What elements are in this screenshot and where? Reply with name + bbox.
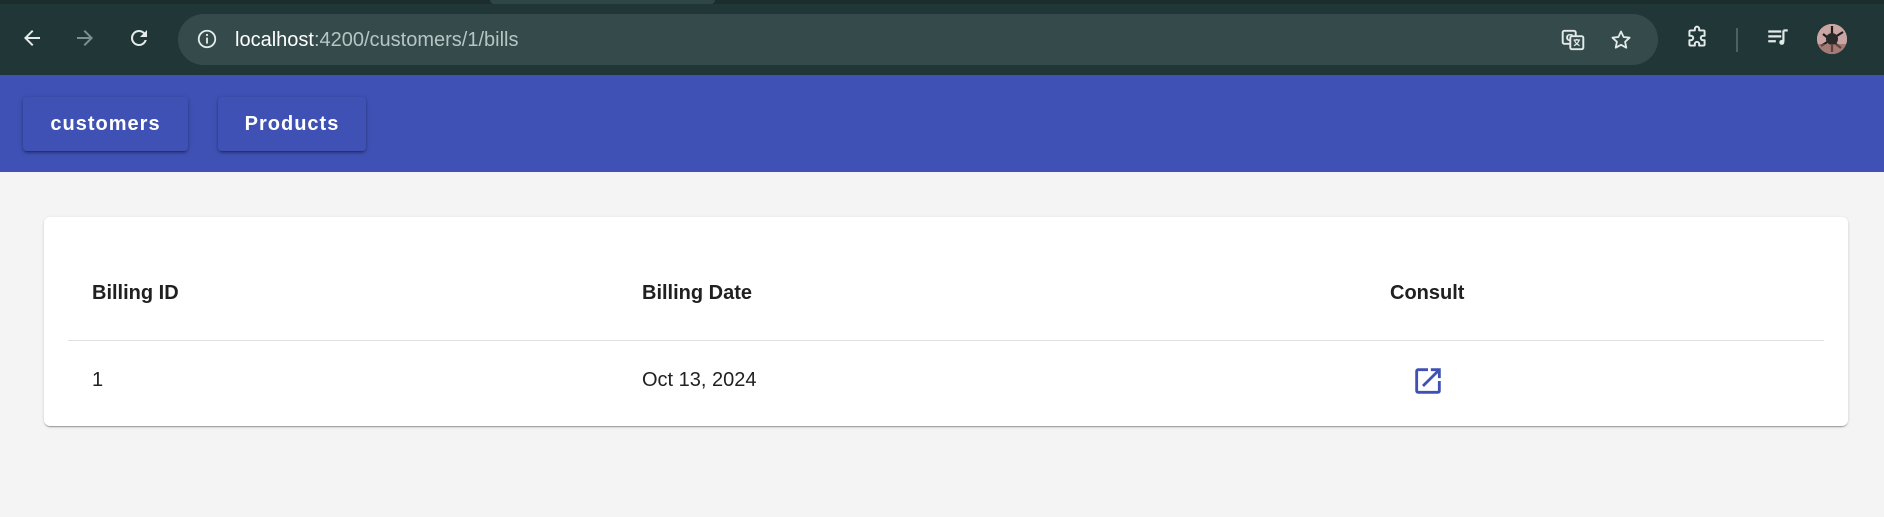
forward-button[interactable] bbox=[65, 20, 105, 60]
url-host: localhost bbox=[235, 29, 314, 51]
app-toolbar: customers Products bbox=[0, 75, 1884, 172]
puzzle-icon[interactable] bbox=[1681, 22, 1713, 54]
back-arrow-icon bbox=[20, 26, 44, 55]
open-in-new-icon[interactable] bbox=[1410, 363, 1446, 399]
forward-arrow-icon bbox=[73, 26, 97, 55]
bills-card: Billing ID Billing Date Consult 1 Oct 13… bbox=[44, 217, 1848, 426]
browser-chrome: localhost:4200/customers/1/bills G bbox=[0, 0, 1884, 75]
url-path: :4200/customers/1/bills bbox=[313, 29, 519, 51]
avatar[interactable] bbox=[1817, 24, 1847, 54]
column-header-billing-date: Billing Date bbox=[642, 282, 753, 304]
active-tab-edge[interactable] bbox=[490, 0, 715, 4]
products-button[interactable]: Products bbox=[218, 97, 366, 151]
tab-strip bbox=[0, 0, 1884, 4]
billing-date-cell: Oct 13, 2024 bbox=[642, 369, 757, 391]
table-row: 1 Oct 13, 2024 bbox=[68, 341, 1824, 421]
media-queue-icon[interactable] bbox=[1762, 22, 1794, 54]
reload-icon bbox=[127, 26, 151, 55]
customers-button[interactable]: customers bbox=[23, 97, 188, 151]
url-text[interactable]: localhost:4200/customers/1/bills bbox=[235, 28, 518, 52]
column-header-consult: Consult bbox=[1390, 282, 1465, 304]
column-header-billing-id: Billing ID bbox=[92, 282, 179, 304]
site-info-icon[interactable] bbox=[194, 26, 220, 52]
bills-table: Billing ID Billing Date Consult 1 Oct 13… bbox=[68, 247, 1824, 421]
address-bar[interactable]: localhost:4200/customers/1/bills G bbox=[178, 14, 1658, 65]
billing-id-cell: 1 bbox=[92, 369, 104, 391]
reload-button[interactable] bbox=[119, 20, 159, 60]
translate-icon[interactable]: G bbox=[1559, 26, 1587, 54]
back-button[interactable] bbox=[12, 20, 52, 60]
table-header-row: Billing ID Billing Date Consult bbox=[68, 247, 1824, 341]
toolbar-divider bbox=[1736, 28, 1738, 52]
star-icon[interactable] bbox=[1607, 26, 1635, 54]
